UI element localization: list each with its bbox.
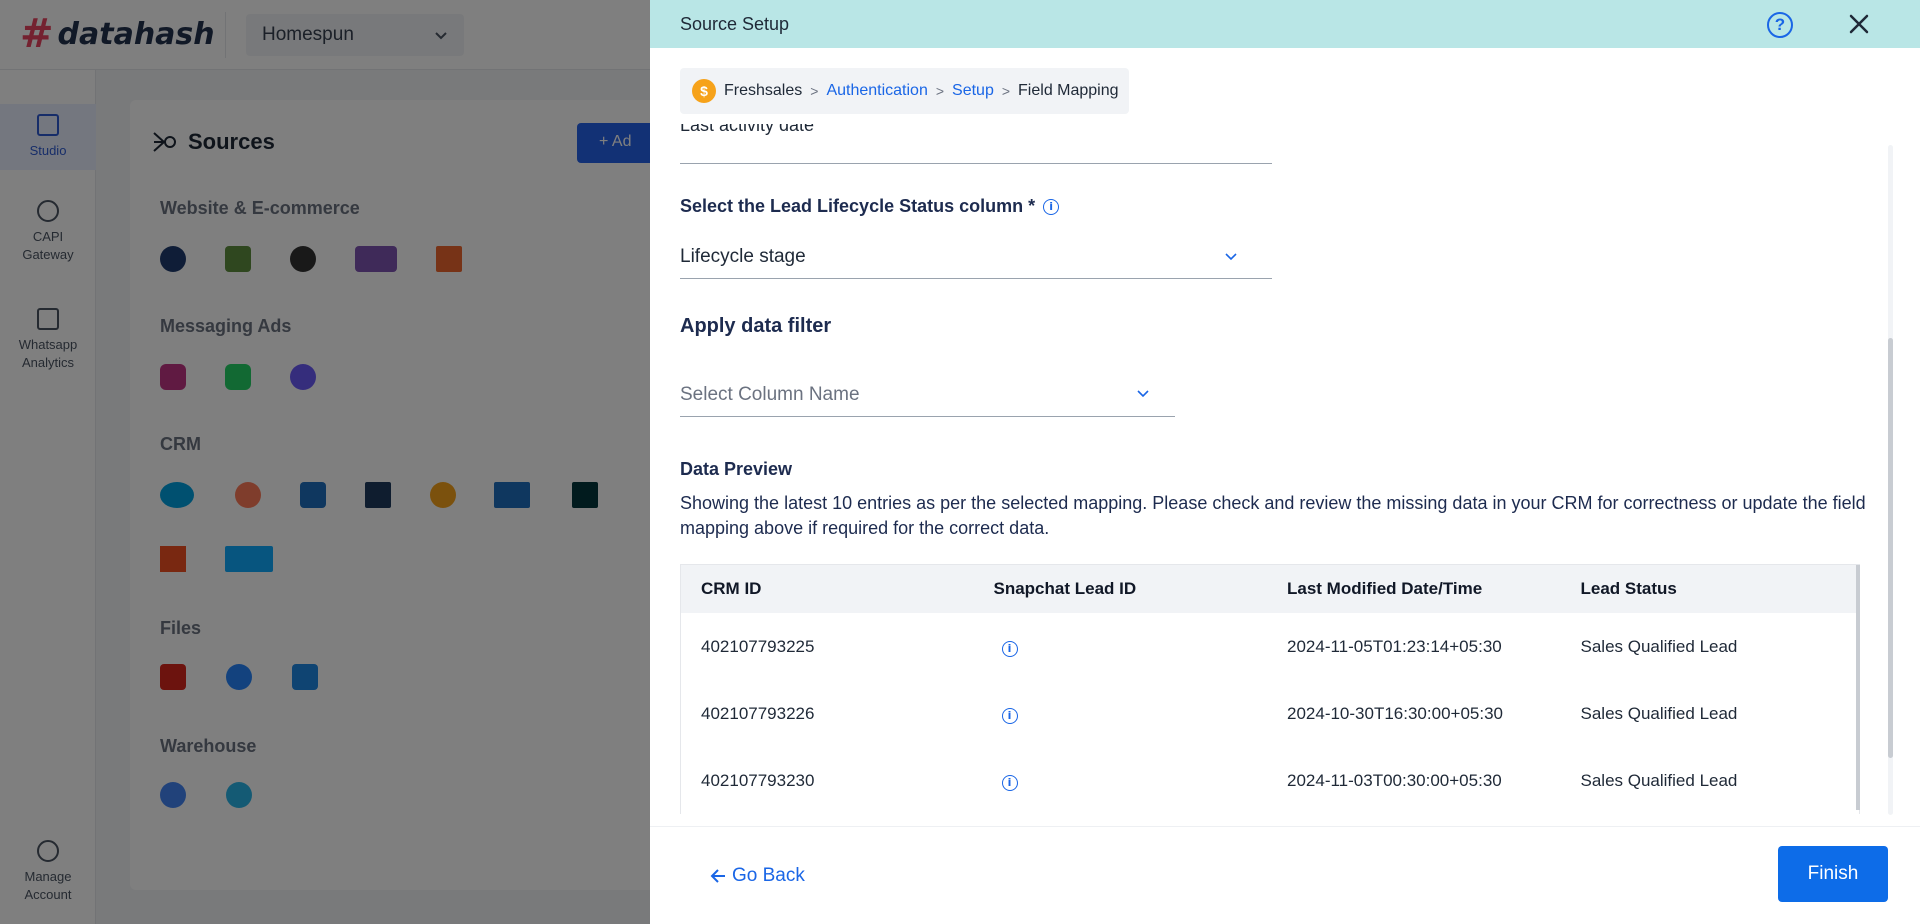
breadcrumb-current: Field Mapping (1018, 82, 1119, 99)
table-row: 402107793225 i 2024-11-05T01:23:14+05:30… (681, 613, 1859, 680)
info-icon[interactable]: i (1043, 198, 1060, 215)
question-circle-icon[interactable]: ? (1767, 12, 1793, 38)
info-icon[interactable]: i (1001, 707, 1018, 724)
table-row: 402107793230 i 2024-11-03T00:30:00+05:30… (681, 747, 1859, 814)
go-back-button[interactable]: Go Back (708, 865, 805, 887)
data-preview-description: Showing the latest 10 entries as per the… (680, 493, 1866, 538)
column-name-select-placeholder: Select Column Name (680, 384, 860, 405)
snapchat-lead-id-cell: i (974, 704, 1268, 724)
lifecycle-select[interactable] (680, 278, 1272, 279)
go-back-label: Go Back (732, 865, 805, 886)
lifecycle-select-value: Lifecycle stage (680, 246, 806, 267)
chevron-right-icon: > (1001, 83, 1011, 99)
data-filter-title: Apply data filter (680, 315, 832, 337)
column-name-select[interactable] (680, 416, 1175, 417)
drawer-footer: Go Back Finish (650, 826, 1920, 924)
table-scrollbar[interactable] (1856, 565, 1860, 810)
drawer-scrollbar-thumb[interactable] (1888, 338, 1893, 758)
lifecycle-label-text: Select the Lead Lifecycle Status column … (680, 196, 1036, 216)
finish-button[interactable]: Finish (1778, 846, 1888, 902)
chevron-right-icon: > (810, 83, 819, 99)
chevron-down-icon[interactable] (1136, 386, 1150, 400)
lead-status-cell: Sales Qualified Lead (1580, 770, 1738, 790)
breadcrumb: $ Freshsales > Authentication > Setup > … (680, 68, 1129, 114)
crm-id-cell: 402107793225 (701, 636, 815, 656)
breadcrumb-source: Freshsales (724, 82, 803, 99)
column-header: Last Modified Date/Time (1287, 579, 1483, 598)
modified-cell: 2024-11-03T00:30:00+05:30 (1287, 770, 1502, 790)
breadcrumb-authentication[interactable]: Authentication (826, 82, 927, 100)
snapchat-lead-id-cell: i (974, 637, 1268, 657)
source-setup-drawer: Source Setup ? $ Freshsales > Authentica… (650, 0, 1920, 924)
table-header: CRM ID Snapchat Lead ID Last Modified Da… (681, 565, 1859, 613)
snapchat-lead-id-cell: i (974, 771, 1268, 791)
column-header: Lead Status (1580, 579, 1677, 598)
info-icon[interactable]: i (1001, 774, 1018, 791)
breadcrumb-setup[interactable]: Setup (952, 82, 994, 100)
table-row: 402107793226 i 2024-10-30T16:30:00+05:30… (681, 680, 1859, 747)
lifecycle-label: Select the Lead Lifecycle Status column … (680, 196, 1060, 217)
column-header: CRM ID (701, 579, 762, 598)
column-header: Snapchat Lead ID (993, 579, 1137, 598)
data-preview-title: Data Preview (680, 459, 793, 479)
lead-status-cell: Sales Qualified Lead (1580, 636, 1738, 656)
data-preview-table: CRM ID Snapchat Lead ID Last Modified Da… (680, 564, 1860, 814)
arrow-left-icon (710, 869, 725, 883)
chevron-right-icon: > (935, 83, 945, 99)
crm-id-cell: 402107793226 (701, 703, 815, 723)
last-activity-field[interactable] (680, 163, 1272, 164)
drawer-header: Source Setup (650, 0, 1920, 48)
modified-cell: 2024-10-30T16:30:00+05:30 (1287, 703, 1503, 723)
crm-id-cell: 402107793230 (701, 770, 815, 790)
info-icon[interactable]: i (1001, 640, 1018, 657)
modified-cell: 2024-11-05T01:23:14+05:30 (1287, 636, 1502, 656)
lead-status-cell: Sales Qualified Lead (1580, 703, 1738, 723)
freshsales-icon: $ (692, 79, 716, 103)
last-activity-field-value: Last activity date (680, 124, 815, 135)
close-icon[interactable] (1846, 11, 1872, 37)
drawer-scroll-area[interactable]: Last activity date Select the Lead Lifec… (650, 124, 1920, 824)
chevron-down-icon[interactable] (1224, 249, 1238, 263)
drawer-title: Source Setup (680, 13, 790, 34)
